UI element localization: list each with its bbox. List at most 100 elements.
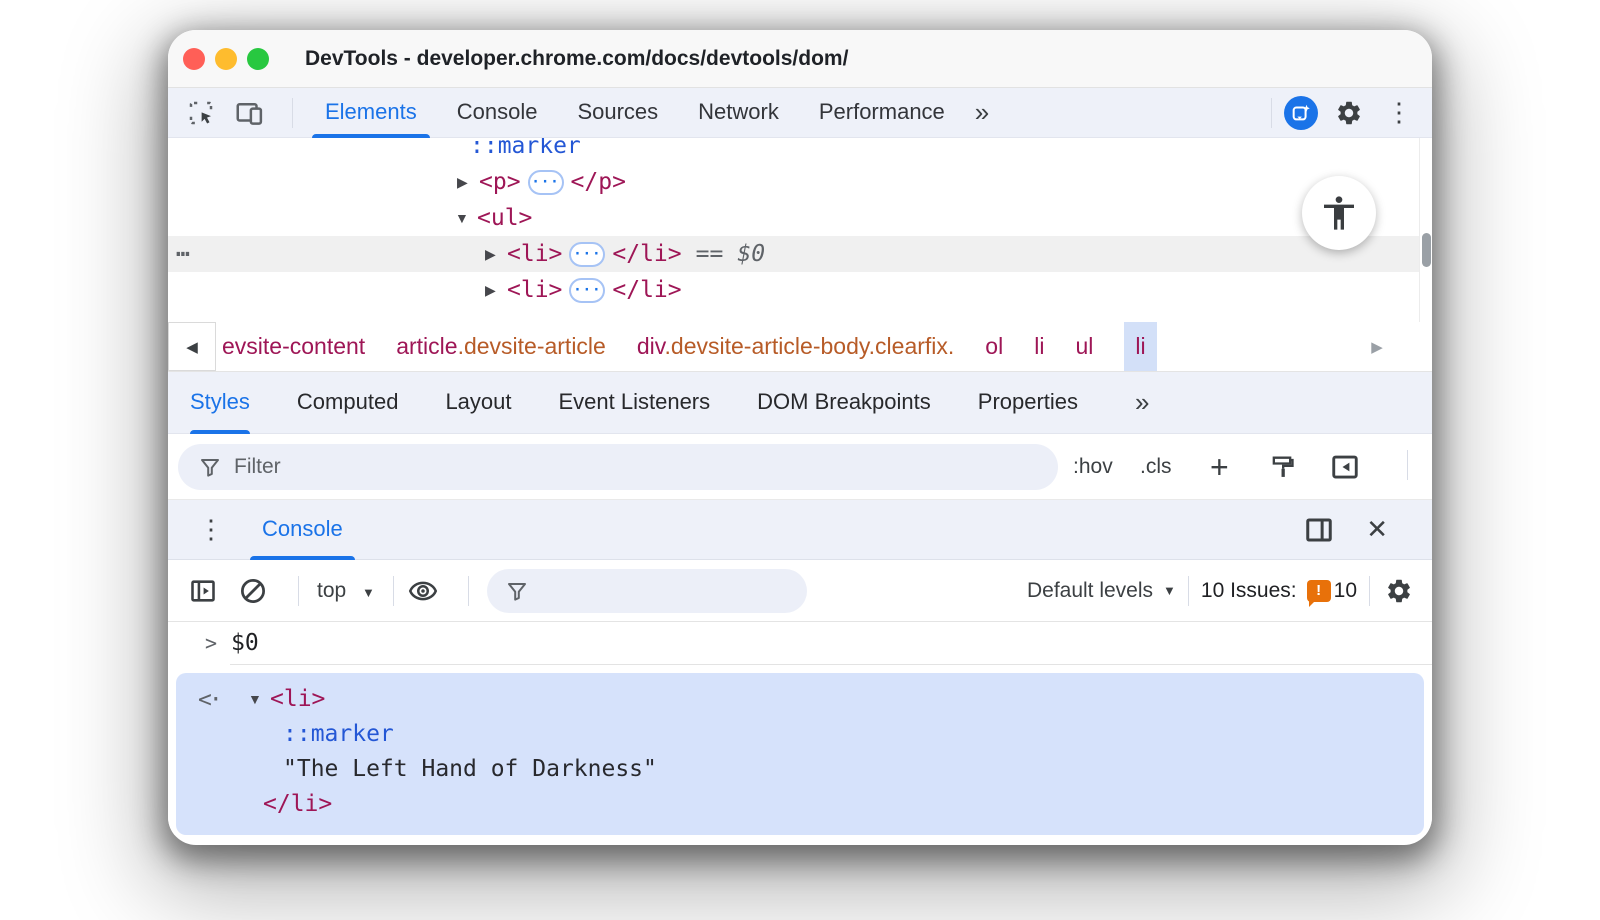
- crumb-li-selected[interactable]: li: [1124, 322, 1157, 371]
- tab-elements[interactable]: Elements: [312, 88, 430, 138]
- result-marker-pseudo[interactable]: ::marker: [176, 717, 1424, 752]
- close-traffic-light[interactable]: [183, 47, 205, 70]
- maximize-traffic-light[interactable]: [247, 47, 269, 70]
- p-close-tag[interactable]: </p>: [571, 169, 626, 195]
- console-result-marker-icon: <·: [198, 687, 223, 713]
- collapse-arrow-icon[interactable]: ▼: [248, 682, 270, 717]
- toolbar-divider: [292, 97, 293, 128]
- console-toolbar-divider: [1369, 575, 1370, 606]
- breadcrumb-forward-button[interactable]: ▶: [1356, 322, 1398, 371]
- tab-properties[interactable]: Properties: [978, 372, 1078, 434]
- issues-count: 10: [1333, 578, 1357, 602]
- issues-counter[interactable]: 10 Issues: ! 10: [1200, 578, 1357, 607]
- li-close-tag[interactable]: </li>: [612, 277, 681, 303]
- rendering-emulation-brush-icon[interactable]: [1268, 434, 1296, 500]
- devtools-toolbar: Elements Console Sources Network Perform…: [168, 88, 1432, 138]
- inline-expand-button[interactable]: ···: [527, 169, 564, 195]
- li-close-tag[interactable]: </li>: [612, 241, 681, 267]
- console-toolbar: top ▼ Default levels ▼ 10 Issues: ! 10: [168, 560, 1432, 622]
- crumb-li[interactable]: li: [1034, 333, 1044, 360]
- accessibility-button[interactable]: [1302, 176, 1376, 250]
- minimize-traffic-light[interactable]: [215, 47, 237, 70]
- clear-console-icon[interactable]: [236, 574, 270, 608]
- tab-console[interactable]: Console: [446, 88, 549, 138]
- tab-performance[interactable]: Performance: [808, 88, 956, 138]
- console-sidebar-icon[interactable]: [186, 574, 220, 608]
- tab-network[interactable]: Network: [687, 88, 790, 138]
- console-settings-gear-icon[interactable]: [1382, 574, 1416, 608]
- drawer-menu-kebab-icon[interactable]: ⋮: [192, 514, 230, 545]
- more-tabs-icon[interactable]: »: [965, 97, 999, 128]
- context-label: top: [317, 578, 347, 602]
- drawer-tab-console[interactable]: Console: [250, 500, 355, 560]
- dom-row-p[interactable]: ▶ <p> ··· </p>: [168, 164, 1432, 200]
- crumb-ol[interactable]: ol: [985, 333, 1003, 360]
- li-open-tag[interactable]: <li>: [507, 277, 562, 303]
- crumb-tag: evsite-content: [222, 333, 366, 359]
- live-expression-eye-icon[interactable]: [406, 574, 440, 608]
- issues-badge-icon: !: [1306, 579, 1331, 607]
- expand-arrow-icon[interactable]: ▶: [485, 282, 507, 299]
- console-filter-input[interactable]: [486, 568, 807, 613]
- log-levels-dropdown[interactable]: Default levels ▼: [1027, 579, 1176, 603]
- chevron-down-icon: ▼: [1163, 583, 1176, 598]
- inline-expand-button[interactable]: ···: [569, 241, 606, 267]
- styles-filter-row: Filter :hov .cls +: [168, 434, 1432, 500]
- crumb-ul[interactable]: ul: [1075, 333, 1093, 360]
- ai-assistance-icon[interactable]: [1284, 95, 1318, 130]
- console-input-echo[interactable]: > $0: [168, 622, 1432, 664]
- inline-expand-button[interactable]: ···: [569, 277, 606, 303]
- ul-open-tag[interactable]: <ul>: [477, 205, 532, 231]
- filter-funnel-icon: [201, 459, 219, 477]
- main-menu-kebab-icon[interactable]: ⋮: [1380, 97, 1418, 128]
- toggle-sidebar-panel-icon[interactable]: [1330, 434, 1360, 500]
- styles-filter-input[interactable]: Filter: [178, 444, 1058, 490]
- breadcrumb: ◀ evsite-content article.devsite-article…: [168, 322, 1432, 372]
- console-result-block[interactable]: <· ▼ <li> ::marker "The Left Hand of Dark…: [176, 673, 1424, 835]
- crumb-devsite-content[interactable]: evsite-content: [222, 333, 365, 360]
- issues-label: 10 Issues:: [1200, 578, 1297, 602]
- tab-computed[interactable]: Computed: [297, 372, 399, 434]
- tab-layout[interactable]: Layout: [445, 372, 511, 434]
- execution-context-selector[interactable]: top ▼: [317, 579, 375, 603]
- console-toolbar-divider: [392, 575, 394, 606]
- new-style-rule-button[interactable]: +: [1210, 434, 1432, 500]
- crumb-tag: div: [636, 333, 665, 359]
- tab-sources[interactable]: Sources: [566, 88, 669, 138]
- tab-event-listeners[interactable]: Event Listeners: [559, 372, 711, 434]
- tab-styles[interactable]: Styles: [190, 372, 250, 434]
- toggle-element-state-button[interactable]: :hov: [1073, 434, 1113, 500]
- split-panel-icon[interactable]: [1304, 515, 1334, 545]
- device-toolbar-icon[interactable]: [232, 96, 266, 130]
- breadcrumb-back-button[interactable]: ◀: [168, 322, 216, 371]
- marker-pseudo-element[interactable]: ::marker: [470, 138, 581, 159]
- collapse-arrow-icon[interactable]: ▼: [455, 210, 477, 226]
- expand-arrow-icon[interactable]: ▶: [485, 246, 507, 263]
- crumb-tag: li: [1034, 333, 1045, 359]
- element-classes-button[interactable]: .cls: [1140, 434, 1172, 500]
- close-drawer-icon[interactable]: ✕: [1366, 514, 1388, 545]
- li-open-tag[interactable]: <li>: [507, 241, 562, 267]
- result-li-open-line[interactable]: ▼ <li>: [176, 682, 1424, 717]
- elements-scrollbar[interactable]: [1419, 138, 1432, 322]
- settings-gear-icon[interactable]: [1332, 96, 1366, 130]
- dom-row-marker[interactable]: ::marker: [168, 138, 1432, 164]
- crumb-tag: li: [1135, 333, 1146, 359]
- p-open-tag[interactable]: <p>: [479, 169, 521, 195]
- row-overflow-dots-icon[interactable]: ⋯: [176, 241, 190, 267]
- crumb-div[interactable]: div.devsite-article-body.clearfix.: [637, 333, 954, 360]
- scrollbar-thumb[interactable]: [1422, 233, 1431, 267]
- dom-row-li[interactable]: ▶ <li> ··· </li>: [168, 272, 1432, 308]
- filter-funnel-icon: [507, 582, 526, 601]
- dom-row-li-selected[interactable]: ⋯ ▶ <li> ··· </li> == $0: [168, 236, 1419, 272]
- tab-dom-breakpoints[interactable]: DOM Breakpoints: [757, 372, 931, 434]
- expand-arrow-icon[interactable]: ▶: [457, 174, 479, 191]
- dom-row-ul[interactable]: ▼ <ul>: [168, 200, 1432, 236]
- dollar-zero-ref: $0: [737, 241, 766, 267]
- inspect-element-icon[interactable]: [184, 96, 218, 130]
- crumb-article[interactable]: article.devsite-article: [396, 333, 606, 360]
- more-sidebar-tabs-icon[interactable]: »: [1125, 387, 1159, 418]
- console-toolbar-divider: [467, 575, 469, 606]
- result-text-node[interactable]: "The Left Hand of Darkness": [176, 752, 1424, 787]
- result-li-close-tag[interactable]: </li>: [176, 787, 1424, 822]
